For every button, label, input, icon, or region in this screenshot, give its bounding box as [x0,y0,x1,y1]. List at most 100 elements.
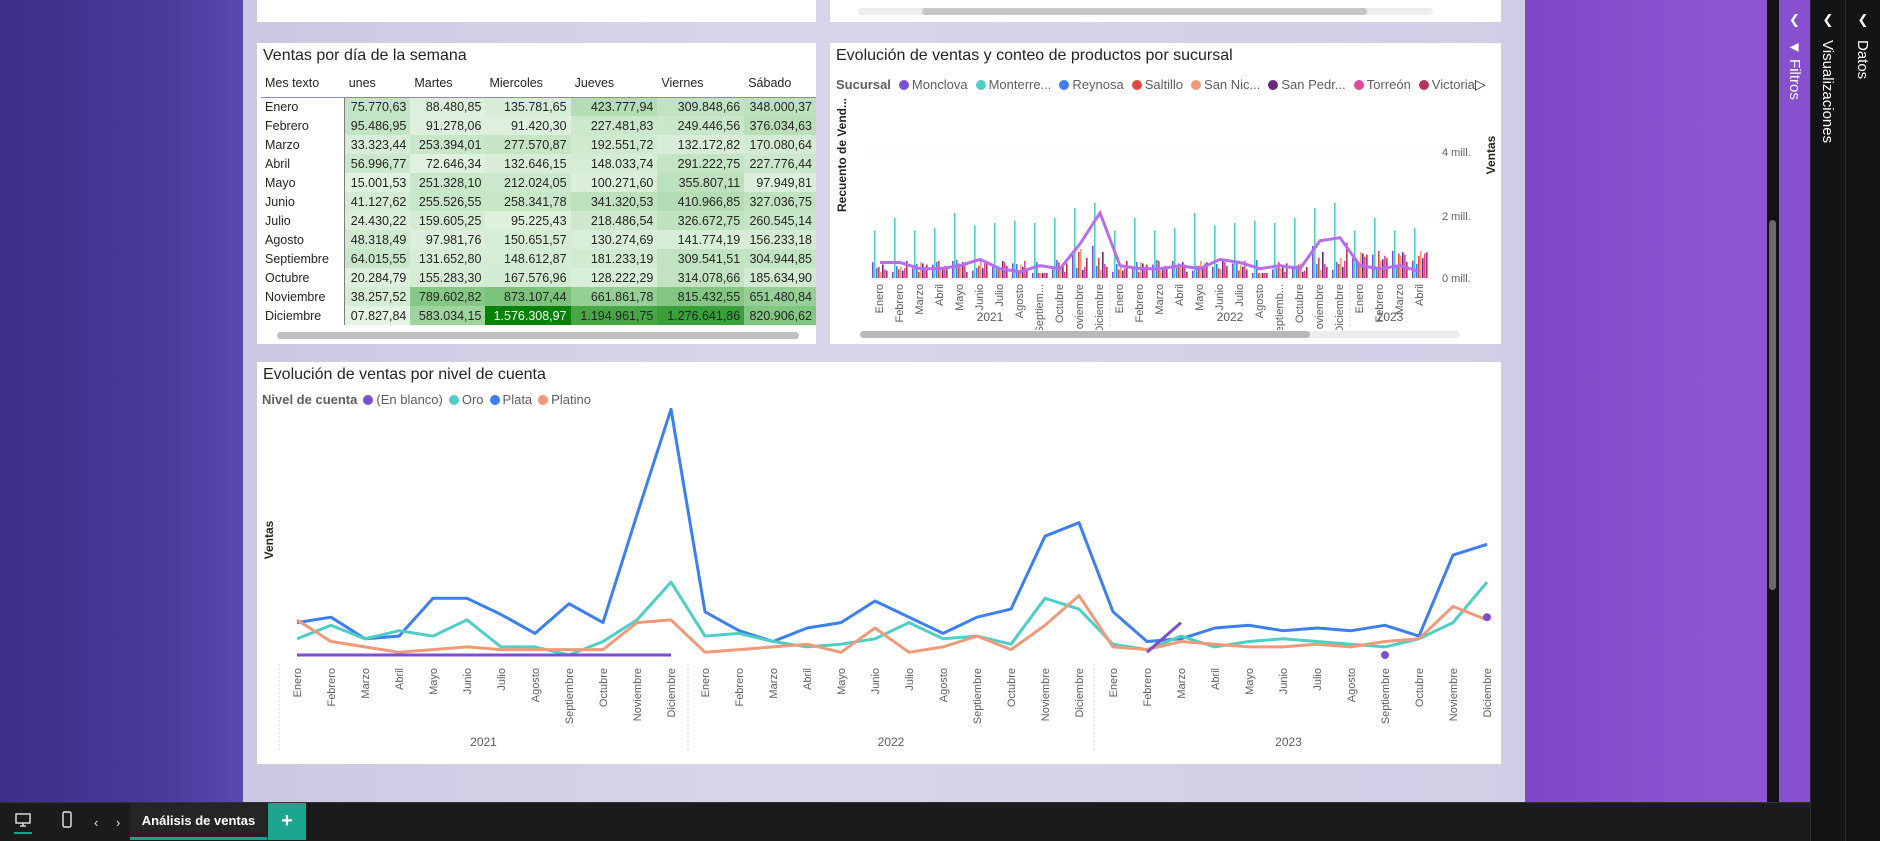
branch-legend-item[interactable]: Torreón [1353,77,1411,92]
branch-bar[interactable] [894,218,896,278]
branch-bar[interactable] [1422,258,1424,278]
branch-bar[interactable] [918,271,920,278]
line-series-platino[interactable] [296,594,1488,654]
branch-bar[interactable] [1302,271,1304,278]
branch-legend-item[interactable]: San Nic... [1191,77,1260,92]
branch-bar[interactable] [976,268,978,278]
branch-bar[interactable] [1298,264,1300,278]
branch-bar[interactable] [1236,262,1238,278]
collapse-filters-icon[interactable]: ❮ [1779,12,1810,28]
line-series-plata[interactable] [296,407,1488,643]
branch-bar[interactable] [1064,271,1066,278]
branch-bar[interactable] [1240,264,1242,278]
branch-bar[interactable] [1036,262,1038,278]
branch-bar[interactable] [1032,273,1034,278]
branch-bar[interactable] [1326,267,1328,278]
branch-bar[interactable] [904,268,906,278]
branch-bar[interactable] [1340,258,1342,278]
branch-bar[interactable] [1172,261,1174,278]
branch-legend-item[interactable]: Monterre... [975,77,1051,92]
branch-bar[interactable] [1162,269,1164,278]
branch-bar[interactable] [1076,268,1078,278]
branch-bar[interactable] [1044,273,1046,278]
branch-bar[interactable] [880,271,882,278]
branch-bar[interactable] [946,268,948,278]
branch-bar[interactable] [886,270,888,278]
branch-bar[interactable] [1224,262,1226,278]
branch-bar[interactable] [878,267,880,278]
legend-next-arrow-icon[interactable]: ▷ [1475,76,1486,93]
branch-bar[interactable] [1122,270,1124,278]
branch-bar[interactable] [1232,263,1234,278]
branch-bar[interactable] [898,269,900,278]
branch-bar[interactable] [1152,264,1154,278]
matrix-col-header[interactable]: Miercoles [485,70,571,98]
line-point[interactable] [1381,651,1389,659]
branch-legend-item[interactable]: Victoria [1418,77,1475,92]
branch-bar[interactable] [900,267,902,278]
branch-bar[interactable] [1338,264,1340,278]
branch-bar[interactable] [1098,258,1100,278]
data-pane[interactable]: ❮ Datos [1845,0,1880,841]
branch-bar[interactable] [914,230,916,279]
branch-bar[interactable] [1096,266,1098,278]
branch-bar[interactable] [1080,249,1082,278]
branch-bar[interactable] [1038,273,1040,278]
matrix-col-header[interactable]: Sábado [744,70,816,98]
matrix-col-header[interactable]: unes [344,70,411,98]
branch-bar[interactable] [1318,258,1320,278]
branch-bar[interactable] [932,264,934,278]
matrix-row[interactable]: Mayo 15.001,53 251.328,10 212.024,05 100.271… [261,173,816,192]
branch-bar[interactable] [1074,208,1076,278]
branch-bar[interactable] [954,213,956,278]
branch-bar[interactable] [1220,269,1222,278]
branch-bar[interactable] [934,228,936,278]
branch-bar[interactable] [1132,268,1134,278]
branch-bar[interactable] [940,270,942,278]
branch-bar[interactable] [1116,264,1118,278]
branch-bar[interactable] [926,264,928,278]
branch-bar[interactable] [994,223,996,278]
branch-bar[interactable] [1174,228,1176,278]
matrix-col-header[interactable]: Jueves [570,70,658,98]
branch-bar[interactable] [1260,273,1262,278]
branch-bar[interactable] [1216,264,1218,278]
matrix-row[interactable]: Octubre 20.284,79 155.283,30 167.576,96 128.… [261,268,816,287]
branch-bar[interactable] [1242,267,1244,278]
branch-bar[interactable] [1102,252,1104,278]
branch-bar[interactable] [1138,271,1140,278]
branch-bar[interactable] [912,268,914,278]
branch-bar[interactable] [1272,269,1274,278]
branch-bar[interactable] [1306,267,1308,278]
branch-bar[interactable] [942,269,944,278]
branch-bar[interactable] [974,225,976,279]
branch-bar[interactable] [1192,270,1194,278]
branch-bar[interactable] [966,271,968,278]
filters-pane[interactable]: ❮ ▼ Filtros [1779,0,1810,802]
branch-bar[interactable] [1176,268,1178,278]
matrix-row[interactable]: Julio 24.430,22 159.605,25 95.225,43 218.486… [261,211,816,230]
branch-bar[interactable] [1406,261,1408,278]
collapse-data-icon[interactable]: ❮ [1846,12,1880,28]
branch-bar[interactable] [902,270,904,278]
branch-bar[interactable] [1246,269,1248,278]
branch-bar[interactable] [1086,258,1088,278]
branch-bar[interactable] [1160,270,1162,278]
branch-bar[interactable] [964,264,966,278]
branch-bar[interactable] [992,267,994,278]
branch-bar[interactable] [1214,225,1216,279]
branch-bar[interactable] [982,268,984,278]
branch-bar[interactable] [1052,269,1054,278]
branch-bar[interactable] [1072,255,1074,278]
branch-bar[interactable] [1396,266,1398,278]
branch-bar[interactable] [956,260,958,278]
matrix-table[interactable]: Mes texto unes Martes Miercoles Jueves Vierne… [261,70,816,325]
branch-bar[interactable] [1276,268,1278,278]
branch-bar[interactable] [876,268,878,278]
branch-bar[interactable] [1226,265,1228,278]
branch-bar[interactable] [1426,252,1428,278]
branch-bar[interactable] [1180,265,1182,278]
visualizations-pane[interactable]: ❮ Visualizaciones [1810,0,1845,841]
branch-bar[interactable] [1034,223,1036,278]
branch-bar[interactable] [1040,273,1042,278]
